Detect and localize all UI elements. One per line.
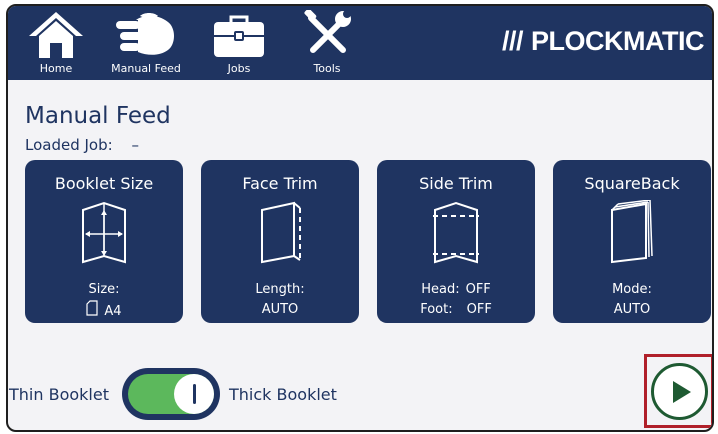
booklet-size-value: A4 — [104, 303, 122, 319]
side-trim-card[interactable]: Side Trim Head: OFF Foot: OFF — [377, 160, 535, 323]
side-trim-head-value: OFF — [465, 282, 491, 297]
toggle-knob — [174, 374, 214, 414]
squareback-label: Mode: — [612, 282, 652, 297]
hand-icon — [114, 6, 178, 58]
nav-tools-label: Tools — [313, 62, 341, 75]
booklet-size-icon — [25, 200, 183, 266]
nav-home[interactable]: Home — [26, 6, 86, 80]
face-trim-card[interactable]: Face Trim Length: AUTO — [201, 160, 359, 323]
squareback-title: SquareBack — [584, 174, 680, 193]
top-navigation-bar: Home Manual Feed Jobs Tools /// PLOCKMAT… — [8, 6, 712, 80]
side-trim-foot-label: Foot: — [420, 302, 453, 317]
face-trim-title: Face Trim — [242, 174, 318, 193]
thin-booklet-label: Thin Booklet — [9, 385, 109, 404]
side-trim-head-label: Head: — [421, 282, 460, 297]
nav-tools[interactable]: Tools — [299, 6, 355, 80]
nav-manual-feed-label: Manual Feed — [111, 62, 181, 75]
paper-icon — [86, 300, 99, 323]
plockmatic-logo: /// PLOCKMATIC — [502, 26, 704, 57]
side-trim-icon — [377, 200, 535, 266]
page-title: Manual Feed — [25, 103, 171, 129]
squareback-value: AUTO — [613, 302, 651, 317]
nav-jobs-label: Jobs — [227, 62, 251, 75]
booklet-size-title: Booklet Size — [54, 174, 154, 193]
booklet-size-card[interactable]: Booklet Size Size: A4 — [25, 160, 183, 323]
logo-slashes: /// — [502, 26, 524, 56]
tools-icon — [303, 6, 351, 58]
face-trim-icon — [201, 200, 359, 266]
booklet-size-label: Size: — [88, 282, 120, 297]
squareback-card[interactable]: SquareBack Mode: AUTO — [553, 160, 711, 323]
loaded-job-value: – — [131, 136, 139, 154]
nav-home-label: Home — [39, 62, 73, 75]
home-icon — [27, 6, 85, 58]
start-button[interactable] — [651, 363, 708, 420]
face-trim-label: Length: — [255, 282, 305, 297]
side-trim-foot-value: OFF — [466, 302, 492, 317]
booklet-thickness-toggle[interactable] — [122, 368, 220, 420]
squareback-icon — [553, 200, 711, 266]
play-icon — [672, 380, 691, 403]
app-window: Home Manual Feed Jobs Tools /// PLOCKMAT… — [6, 4, 714, 432]
face-trim-value: AUTO — [261, 302, 299, 317]
loaded-job: Loaded Job: – — [25, 136, 139, 154]
nav-manual-feed[interactable]: Manual Feed — [101, 6, 191, 80]
briefcase-icon — [212, 6, 266, 58]
loaded-job-label: Loaded Job: — [25, 136, 113, 154]
start-button-highlight[interactable] — [644, 354, 712, 428]
logo-text: PLOCKMATIC — [531, 26, 704, 56]
thick-booklet-label: Thick Booklet — [229, 385, 337, 404]
side-trim-title: Side Trim — [419, 174, 493, 193]
nav-jobs[interactable]: Jobs — [209, 6, 269, 80]
